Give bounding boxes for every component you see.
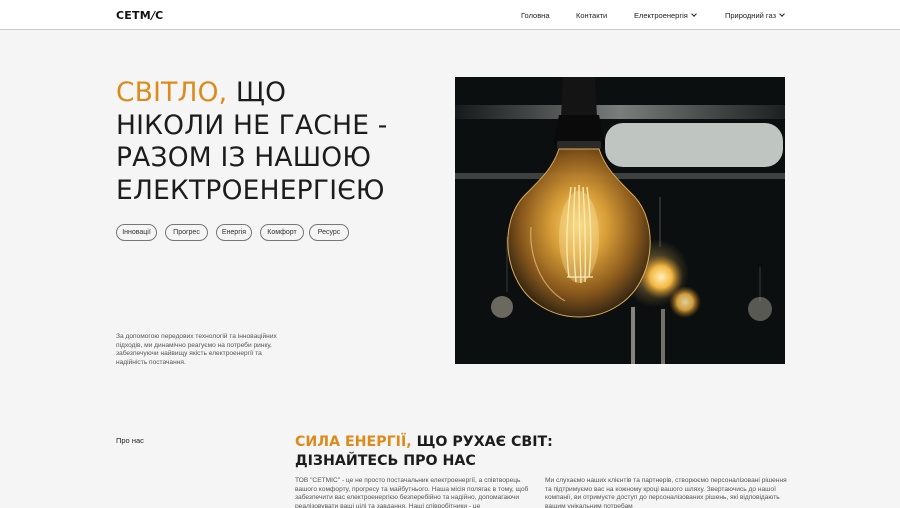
light-bulb-illustration (455, 77, 785, 364)
about-text-col-1: ТОВ "СЕТМІС" - це не просто постачальник… (295, 477, 529, 508)
about-title-rest: ЩО РУХАЄ СВІТ: (411, 434, 553, 450)
hero-title-line3: РАЗОМ ІЗ НАШОЮ (116, 142, 372, 173)
hero-description: За допомогою передових технологій та інн… (116, 333, 277, 366)
nav-contacts[interactable]: Контакти (576, 11, 607, 20)
tag-comfort[interactable]: Комфорт (260, 224, 304, 241)
logo[interactable]: CETM/C (116, 9, 163, 22)
logo-text: CETM (116, 9, 151, 22)
about-section-label: Про нас (116, 436, 144, 445)
nav-home[interactable]: Головна (521, 11, 550, 20)
nav-contacts-label: Контакти (576, 11, 608, 20)
nav-electricity[interactable]: Електроенергія (634, 11, 697, 20)
about-text-col-2: Ми слухаємо наших клієнтів та партнерів,… (545, 477, 787, 508)
logo-end: C (155, 9, 164, 22)
about-title-line2: ДІЗНАЙТЕСЬ ПРО НАС (295, 452, 476, 469)
chevron-down-icon (779, 11, 785, 17)
about-title-accent: СИЛА ЕНЕРГІЇ, (295, 434, 412, 450)
nav-electricity-label: Електроенергія (634, 11, 688, 20)
tag-progress[interactable]: Прогрес (165, 224, 208, 241)
hero-title-line1-rest: ЩО (227, 77, 287, 108)
nav-home-label: Головна (521, 11, 550, 20)
nav-natural-gas[interactable]: Природний газ (725, 11, 785, 20)
tag-resource[interactable]: Ресурс (309, 224, 349, 241)
tag-energy[interactable]: Енергія (216, 224, 252, 241)
nav-natural-gas-label: Природний газ (725, 11, 777, 20)
about-title: СИЛА ЕНЕРГІЇ, ЩО РУХАЄ СВІТ: ДІЗНАЙТЕСЬ … (295, 433, 595, 470)
hero-title-accent: СВІТЛО, (116, 77, 228, 108)
hero-title-line4: ЕЛЕКТРОЕНЕРГІЄЮ (116, 174, 385, 206)
hero-title: СВІТЛО, ЩО НІКОЛИ НЕ ГАСНЕ - РАЗОМ ІЗ НА… (116, 77, 416, 207)
site-header: CETM/C Головна Контакти Електроенергія П… (0, 0, 900, 30)
tag-innovations[interactable]: Інновації (116, 224, 157, 241)
hero-image (455, 77, 785, 364)
hero-title-line2: НІКОЛИ НЕ ГАСНЕ - (116, 109, 388, 141)
chevron-down-icon (690, 11, 697, 17)
